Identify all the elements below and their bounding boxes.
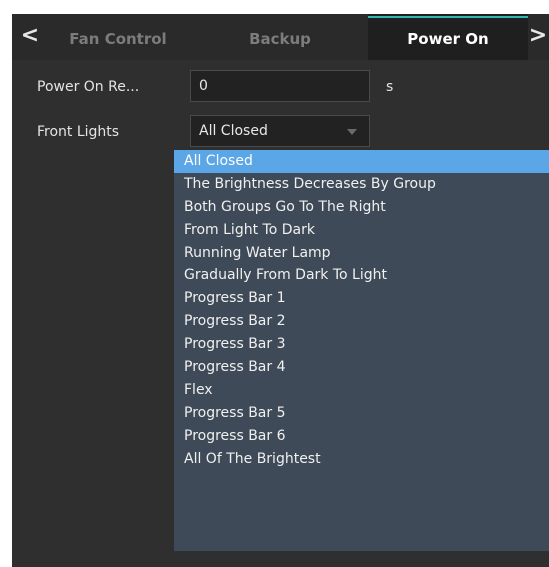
dropdown-option[interactable]: Gradually From Dark To Light bbox=[174, 264, 549, 287]
active-tab-indicator bbox=[368, 16, 528, 18]
caret-down-icon bbox=[347, 129, 357, 135]
dropdown-option[interactable]: Both Groups Go To The Right bbox=[174, 196, 549, 219]
tab-bar: < Fan Control Backup Power On > bbox=[12, 14, 549, 60]
dropdown-option[interactable]: All Closed bbox=[174, 150, 549, 173]
chevron-left-icon[interactable]: < bbox=[20, 22, 40, 50]
front-lights-select[interactable]: All Closed bbox=[190, 115, 370, 147]
dropdown-option[interactable]: Progress Bar 6 bbox=[174, 425, 549, 448]
settings-panel: < Fan Control Backup Power On > Power On… bbox=[12, 14, 549, 567]
front-lights-label: Front Lights bbox=[37, 124, 120, 140]
dropdown-option[interactable]: Progress Bar 4 bbox=[174, 356, 549, 379]
front-lights-selected-value: All Closed bbox=[199, 123, 268, 139]
front-lights-dropdown-list: All Closed The Brightness Decreases By G… bbox=[174, 150, 549, 551]
dropdown-option[interactable]: Running Water Lamp bbox=[174, 242, 549, 265]
power-on-delay-input[interactable]: 0 bbox=[190, 70, 370, 102]
dropdown-option[interactable]: From Light To Dark bbox=[174, 219, 549, 242]
tab-fan-control[interactable]: Fan Control bbox=[48, 14, 188, 60]
chevron-right-icon[interactable]: > bbox=[528, 22, 548, 50]
tab-power-on[interactable]: Power On bbox=[368, 14, 528, 60]
dropdown-option[interactable]: Flex bbox=[174, 379, 549, 402]
power-on-delay-label: Power On Re... bbox=[37, 79, 140, 95]
dropdown-option[interactable]: All Of The Brightest bbox=[174, 448, 549, 471]
dropdown-option[interactable]: The Brightness Decreases By Group bbox=[174, 173, 549, 196]
tab-backup[interactable]: Backup bbox=[210, 14, 350, 60]
dropdown-option[interactable]: Progress Bar 5 bbox=[174, 402, 549, 425]
dropdown-option[interactable]: Progress Bar 1 bbox=[174, 287, 549, 310]
power-on-delay-unit: s bbox=[386, 79, 394, 95]
dropdown-option[interactable]: Progress Bar 2 bbox=[174, 310, 549, 333]
dropdown-option[interactable]: Progress Bar 3 bbox=[174, 333, 549, 356]
tab-power-on-label: Power On bbox=[407, 30, 489, 48]
